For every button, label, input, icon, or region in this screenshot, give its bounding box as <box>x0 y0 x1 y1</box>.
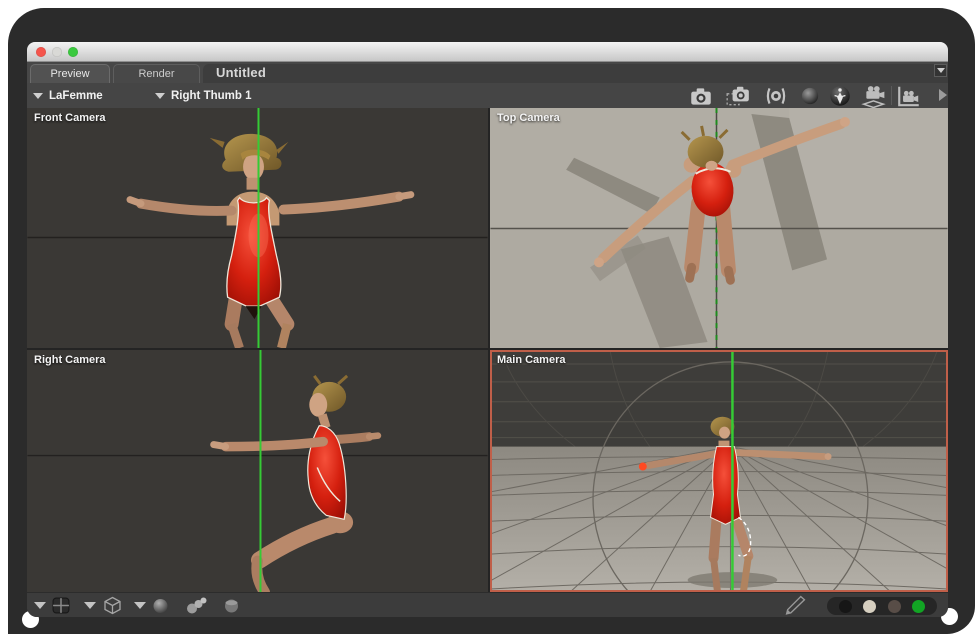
ground-color-swatch[interactable] <box>912 600 925 613</box>
layout-dropdown-arrow[interactable] <box>34 602 46 609</box>
photo-camera-icon[interactable] <box>688 84 714 108</box>
actor-select-label: Right Thumb 1 <box>171 90 252 102</box>
zoom-button[interactable] <box>68 47 78 57</box>
sphere-icon[interactable] <box>797 84 823 108</box>
shadow-color-swatch[interactable] <box>888 600 901 613</box>
figure-style-dropdown-arrow[interactable] <box>134 602 146 609</box>
minimize-button[interactable] <box>52 47 62 57</box>
element-style-spheres-icon[interactable] <box>186 597 208 617</box>
viewport-main-label: Main Camera <box>497 354 565 366</box>
viewport-top-label: Top Camera <box>497 112 560 124</box>
viewport-main-camera[interactable]: Main Camera <box>490 350 948 592</box>
right-camera-scene <box>27 350 488 592</box>
viewport-right-camera[interactable]: Right Camera <box>27 350 488 592</box>
title-bar[interactable] <box>27 42 948 62</box>
tab-render-label: Render <box>138 68 174 80</box>
front-camera-scene <box>27 108 488 348</box>
framed-camera-icon[interactable] <box>896 84 922 108</box>
tab-preview-label: Preview <box>50 68 89 80</box>
screenshot-stage: Untitled Preview Render LaFemme Right Th… <box>0 0 975 634</box>
document-title-strip: Untitled <box>203 64 948 83</box>
edit-pencil-icon[interactable] <box>782 595 808 617</box>
viewport-front-camera[interactable]: Front Camera <box>27 108 488 348</box>
viewport-front-label: Front Camera <box>34 112 106 124</box>
viewport-layout-icon[interactable] <box>52 597 70 617</box>
display-style-bar <box>27 592 948 617</box>
viewport-top-camera[interactable]: Top Camera <box>490 108 948 348</box>
app-window: Untitled Preview Render LaFemme Right Th… <box>27 42 948 617</box>
tab-preview[interactable]: Preview <box>30 64 110 83</box>
close-button[interactable] <box>36 47 46 57</box>
aperture-icon[interactable] <box>763 84 789 108</box>
figure-select-dropdown[interactable]: LaFemme <box>33 83 103 108</box>
snapshot-camera-icon[interactable] <box>725 84 751 108</box>
document-style-dropdown-arrow[interactable] <box>84 602 96 609</box>
chevron-down-icon <box>155 93 165 99</box>
main-camera-scene <box>490 350 948 592</box>
top-camera-scene <box>490 108 948 348</box>
viewport-grid: Front Camera <box>27 108 948 592</box>
tab-bar: Untitled Preview Render <box>27 62 948 83</box>
viewport-menu-button[interactable] <box>934 64 947 77</box>
dolly-camera-icon[interactable] <box>860 84 886 108</box>
figure-style-sphere-icon[interactable] <box>152 598 169 617</box>
lit-sphere-icon[interactable] <box>827 84 853 108</box>
background-color-swatch[interactable] <box>863 600 876 613</box>
figure-select-label: LaFemme <box>49 90 103 102</box>
actor-select-dropdown[interactable]: Right Thumb 1 <box>155 83 252 108</box>
preview-toolbar: LaFemme Right Thumb 1 <box>27 83 948 109</box>
foreground-color-swatch[interactable] <box>839 600 852 613</box>
chevron-down-icon <box>33 93 43 99</box>
dropdown-arrow-icon <box>937 68 945 73</box>
flat-style-icon[interactable] <box>224 598 239 617</box>
document-style-cube-icon[interactable] <box>103 596 122 617</box>
tab-render[interactable]: Render <box>113 64 200 83</box>
toolbar-divider <box>891 86 892 105</box>
document-title: Untitled <box>216 65 266 80</box>
scene-color-swatches <box>827 597 937 615</box>
viewport-right-label: Right Camera <box>34 354 106 366</box>
